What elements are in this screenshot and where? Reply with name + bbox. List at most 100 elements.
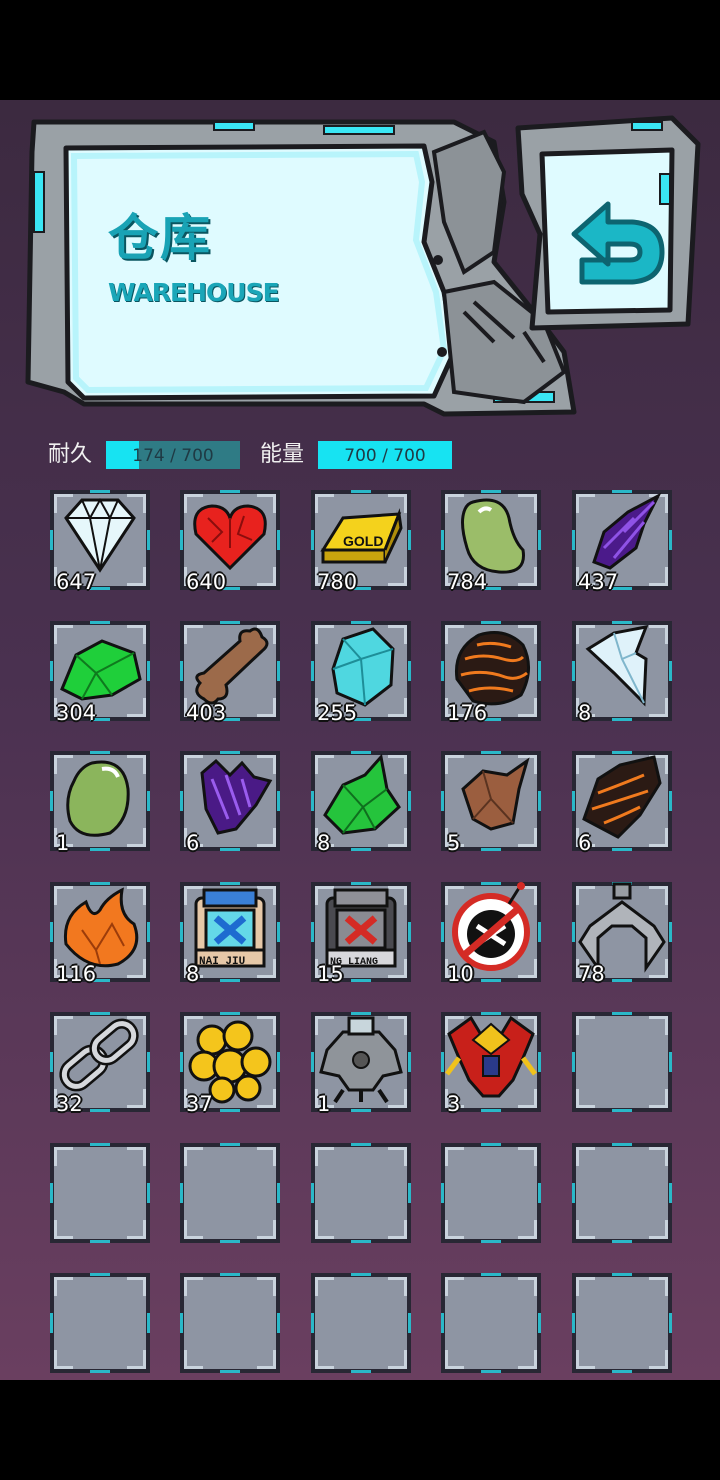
inventory-slot-empty[interactable] [180,1142,280,1243]
item-count: 437 [578,570,619,594]
slot-edge [277,1313,280,1333]
slot-edge [351,1142,371,1146]
slot-corner [54,1277,73,1296]
slot-corner [576,1146,595,1166]
item-count: 37 [186,1092,213,1116]
inventory-slot[interactable]: NG LIANG 15 [311,881,411,986]
slot-corner [518,1350,537,1369]
inventory-slot-empty[interactable] [311,1273,411,1373]
slot-edge [90,1239,110,1243]
inventory-slot[interactable]: 6 [572,751,672,855]
inventory-slot[interactable]: GOLD 780 [311,490,411,594]
inventory-slot[interactable]: 37 [180,1012,280,1116]
inventory-slot-empty[interactable] [572,1142,672,1243]
slot-edge [90,1370,110,1373]
slot-edge [351,1273,371,1276]
energy-label: 能量 [260,442,305,467]
slot-edge [612,1109,632,1112]
slot-corner [649,1016,668,1035]
inventory-slot[interactable]: 647 [50,490,150,594]
inventory-slot[interactable]: 1 [311,1012,411,1116]
inventory-slot[interactable]: 176 [441,620,541,725]
slot-edge [90,1109,110,1112]
slot-corner [127,1219,146,1239]
slot-edge [277,1182,280,1203]
item-count: 78 [578,961,605,986]
slot-edge [612,1239,632,1243]
slot-corner [184,1219,203,1239]
inventory-slot[interactable]: 255 [311,620,411,725]
inventory-slot-empty[interactable] [50,1273,150,1373]
slot-edge [180,1182,183,1203]
inventory-slot[interactable]: 10 [441,881,541,986]
slot-corner [518,1146,537,1166]
slot-edge [481,1273,501,1276]
inventory-slot[interactable]: 8 [311,751,411,855]
inventory-slot[interactable]: 3 [441,1012,541,1116]
slot-corner [315,1146,334,1166]
slot-corner [184,1350,203,1369]
slot-corner [649,1219,668,1239]
inventory-slot[interactable]: 5 [441,751,541,855]
slot-corner [54,1146,73,1166]
inventory-slot-empty[interactable] [572,1012,672,1112]
slot-corner [445,1350,464,1369]
inventory-slot-empty[interactable] [441,1273,541,1373]
slot-edge [351,978,371,982]
slot-corner [576,1089,595,1108]
slot-corner [257,1146,276,1166]
slot-edge [612,1012,632,1015]
energy-value: 700 / 700 [344,446,426,466]
slot-edge [147,1313,150,1333]
item-count: 32 [56,1092,83,1116]
page-title-en: WAREHOUSE [108,278,280,307]
inventory-slot[interactable]: 437 [572,490,672,594]
gold-bar-text: GOLD [343,533,383,549]
slot-corner [388,1277,407,1296]
item-count: 6 [578,831,592,855]
slot-edge [572,1182,575,1203]
inventory-slot[interactable]: NAI JIU 8 [180,881,280,986]
inventory-slot[interactable]: 640 [180,490,280,594]
inventory-slot-empty[interactable] [311,1142,411,1243]
inventory-slot[interactable]: 304 [50,620,150,725]
slot-edge [481,1142,501,1146]
slot-corner [576,1219,595,1239]
slot-edge [50,1313,53,1333]
slot-edge [612,1142,632,1146]
slot-corner [649,1089,668,1108]
slot-corner [388,1146,407,1166]
item-count: 780 [317,570,358,594]
slot-edge [481,848,501,851]
inventory-slot[interactable]: 784 [441,490,541,594]
item-count: 6 [186,831,200,855]
item-count: 8 [578,700,592,725]
inventory-slot[interactable]: 6 [180,751,280,855]
slot-corner [184,1146,203,1166]
item-count: 176 [447,700,488,725]
item-count: 116 [56,961,97,986]
inventory-slot[interactable]: 78 [572,881,672,986]
back-button[interactable] [512,114,702,336]
durability-value: 174 / 700 [132,446,214,466]
slot-edge [351,848,371,851]
slot-corner [257,1350,276,1369]
item-count: 647 [56,570,97,594]
inventory-slot-empty[interactable] [441,1142,541,1243]
inventory-slot-empty[interactable] [50,1142,150,1243]
slot-corner [576,1350,595,1369]
inventory-slot[interactable]: 116 [50,881,150,986]
slot-corner [127,1277,146,1296]
slot-edge [90,1142,110,1146]
slot-corner [445,1146,464,1166]
item-count: 8 [186,961,200,986]
inventory-slot-empty[interactable] [572,1273,672,1373]
slot-edge [220,1142,240,1146]
slot-corner [518,1219,537,1239]
inventory-slot[interactable]: 32 [50,1012,150,1116]
inventory-slot[interactable]: 403 [180,620,280,725]
item-count: 8 [317,831,331,855]
inventory-slot[interactable]: 8 [572,620,672,725]
inventory-slot-empty[interactable] [180,1273,280,1373]
inventory-slot[interactable]: 1 [50,751,150,855]
